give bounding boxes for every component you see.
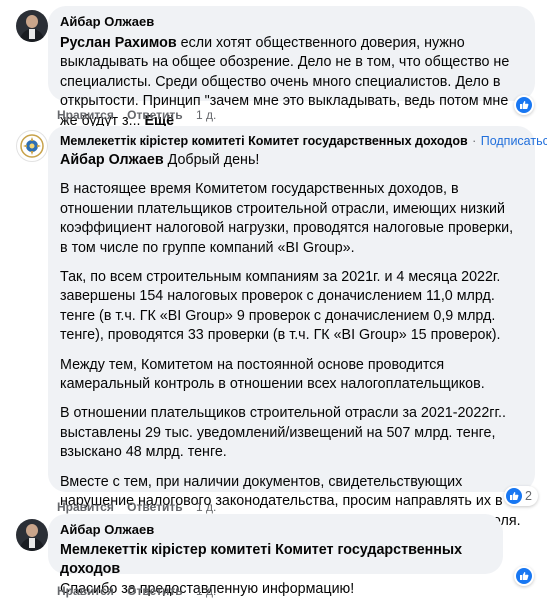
reply-button[interactable]: Ответить xyxy=(127,500,182,514)
comment-time[interactable]: 1 д. xyxy=(196,108,216,122)
avatar[interactable] xyxy=(16,10,48,42)
comment-bubble: Мемлекеттік кірістер комитеті Комитет го… xyxy=(48,126,547,529)
reply-button[interactable]: Ответить xyxy=(127,108,182,122)
comment-author[interactable]: Айбар Олжаев xyxy=(60,522,154,537)
avatar[interactable] xyxy=(16,519,48,551)
separator-dot: · xyxy=(472,134,477,148)
comment-paragraph: В настоящее время Комитетом государствен… xyxy=(60,181,514,256)
comment-paragraph: Так, по всем строительным компаниям за 2… xyxy=(60,269,501,344)
mention-tag[interactable]: Руслан Рахимов xyxy=(60,35,177,51)
subscribe-link[interactable]: Подписаться xyxy=(481,134,547,148)
like-button[interactable]: Нравится xyxy=(57,500,114,514)
reaction-badge[interactable] xyxy=(514,95,534,115)
comment-author[interactable]: Мемлекеттік кірістер комитеті Комитет го… xyxy=(60,134,468,148)
comment-paragraph: В отношении плательщиков строительной от… xyxy=(60,405,506,461)
mention-tag[interactable]: Айбар Олжаев xyxy=(60,152,164,168)
comment-author[interactable]: Айбар Олжаев xyxy=(60,14,154,29)
comment-time[interactable]: 1 д. xyxy=(196,500,216,514)
emblem-icon xyxy=(20,134,44,158)
like-button[interactable]: Нравится xyxy=(57,584,114,598)
reply-button[interactable]: Ответить xyxy=(127,584,182,598)
mention-tag[interactable]: Мемлекеттік кірістер комитеті Комитет го… xyxy=(60,541,491,580)
comment-bubble: Айбар Олжаев Мемлекеттік кірістер комите… xyxy=(48,514,503,597)
reaction-badge[interactable]: 2 xyxy=(504,486,538,506)
avatar[interactable] xyxy=(16,130,48,162)
reaction-count: 2 xyxy=(525,489,532,503)
comment-actions: Нравится Ответить 1 д. xyxy=(57,584,226,598)
like-icon xyxy=(516,97,532,113)
like-icon xyxy=(516,568,532,584)
comment-paragraph: Между тем, Комитетом на постоянной основ… xyxy=(60,356,485,393)
like-icon xyxy=(506,488,522,504)
comment-actions: Нравится Ответить 1 д. xyxy=(57,108,226,122)
like-button[interactable]: Нравится xyxy=(57,108,114,122)
comment-time[interactable]: 1 д. xyxy=(196,584,216,598)
comment-bubble: Айбар Олжаев Руслан Рахимов если хотят о… xyxy=(48,6,535,129)
greeting-text: Добрый день! xyxy=(163,152,260,168)
comment-actions: Нравится Ответить 1 д. xyxy=(57,500,226,514)
reaction-badge[interactable] xyxy=(514,566,534,586)
